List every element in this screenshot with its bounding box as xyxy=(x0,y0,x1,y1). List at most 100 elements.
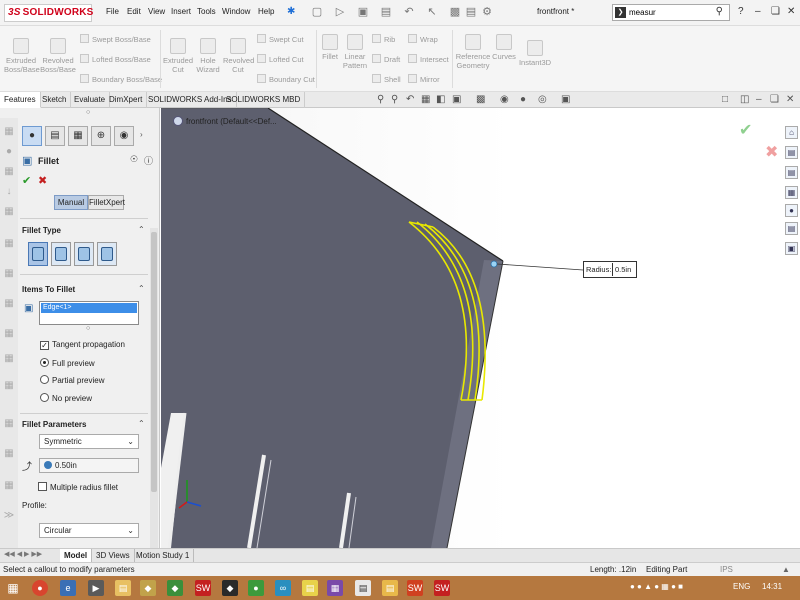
pane-collapse-icon[interactable]: □ xyxy=(722,94,728,105)
help-button[interactable]: ? xyxy=(738,6,744,17)
app-icon[interactable]: ◆ xyxy=(140,580,156,596)
custom-properties-icon[interactable]: ▤ xyxy=(785,222,798,235)
checkbox-checked-icon[interactable]: ✓ xyxy=(40,341,49,350)
tool-strip-icon[interactable]: ▦ xyxy=(3,126,15,138)
intersect-button[interactable]: Intersect xyxy=(408,54,449,65)
appearances-icon[interactable]: ● xyxy=(785,204,798,217)
configuration-manager-tab[interactable]: ▦ xyxy=(68,126,88,146)
graphics-area[interactable]: frontfront (Default<<Def... Radius: 0.5i… xyxy=(161,108,800,548)
undo-icon[interactable]: ↶ xyxy=(402,5,416,19)
panel-resize-handle[interactable]: ○ xyxy=(86,109,90,116)
app-icon[interactable]: ◆ xyxy=(167,580,183,596)
app-icon[interactable]: ● xyxy=(248,580,264,596)
windows-start-icon[interactable]: ▦ xyxy=(5,580,21,596)
language-indicator[interactable]: ENG xyxy=(733,582,750,591)
tool-strip-icon[interactable]: ▦ xyxy=(3,353,15,365)
radio-icon[interactable] xyxy=(40,375,49,384)
fillet-method-select[interactable]: Symmetric ⌄ xyxy=(39,434,139,449)
doc-close-icon[interactable]: ✕ xyxy=(786,94,794,105)
boundary-cut-button[interactable]: Boundary Cut xyxy=(257,74,315,85)
tool-strip-icon[interactable]: ▦ xyxy=(3,418,15,430)
solidworks-logo[interactable]: 3S SOLIDWORKS xyxy=(4,4,93,22)
feature-tree-flyout[interactable]: frontfront (Default<<Def... xyxy=(173,116,277,126)
chrome-icon[interactable]: ● xyxy=(32,580,48,596)
tool-strip-expand-icon[interactable]: ≫ xyxy=(3,510,15,522)
view-palette-icon[interactable]: ▦ xyxy=(785,186,798,199)
property-manager-tab[interactable]: ▤ xyxy=(45,126,65,146)
fillet-button[interactable]: Fillet xyxy=(318,34,342,61)
status-customize-icon[interactable]: ▲ xyxy=(782,563,790,576)
tool-strip-icon[interactable]: ▦ xyxy=(3,448,15,460)
cancel-x-icon[interactable]: ✖ xyxy=(38,174,47,187)
status-units[interactable]: IPS xyxy=(720,563,733,576)
tool-strip-icon[interactable]: ↓ xyxy=(3,186,15,198)
ok-check-icon[interactable]: ✔ xyxy=(22,174,31,187)
checkbox-icon[interactable] xyxy=(38,482,47,491)
menu-tools[interactable]: Tools xyxy=(197,7,216,16)
partial-preview-radio[interactable]: Partial preview xyxy=(40,375,104,385)
zoom-to-area-icon[interactable]: ⚲ xyxy=(391,94,398,105)
open-icon[interactable]: ▷ xyxy=(333,5,347,19)
tool-strip-icon[interactable]: ● xyxy=(3,146,15,158)
hide-show-items-icon[interactable]: ◉ xyxy=(500,94,509,105)
search-icon[interactable]: ⚲ xyxy=(716,6,723,17)
tool-strip-icon[interactable]: ▦ xyxy=(3,380,15,392)
save-icon[interactable]: ▣ xyxy=(356,5,370,19)
radius-callout-value[interactable]: 0.5in xyxy=(612,263,636,276)
home-view-icon[interactable]: ⌂ xyxy=(785,126,798,139)
tool-strip-icon[interactable]: ▦ xyxy=(3,328,15,340)
view-settings-icon[interactable]: ▣ xyxy=(561,94,570,105)
feature-manager-tab[interactable]: ● xyxy=(22,126,42,146)
forum-icon[interactable]: ▣ xyxy=(785,242,798,255)
rebuild-icon[interactable]: ▩ xyxy=(448,5,462,19)
tab-solidworks-mbd[interactable]: SOLIDWORKS MBD xyxy=(222,92,306,108)
multiple-radius-checkbox[interactable]: Multiple radius fillet xyxy=(38,482,118,492)
tab-model[interactable]: Model xyxy=(60,549,93,562)
tray-icons[interactable]: ● ● ▲ ● ▦ ● ■ xyxy=(630,582,683,591)
solidworks-taskbar-icon[interactable]: SW xyxy=(195,580,211,596)
help-icon[interactable]: ⓘ xyxy=(144,154,153,167)
radio-selected-icon[interactable] xyxy=(40,358,49,367)
document-icon[interactable]: ▤ xyxy=(355,580,371,596)
file-explorer-icon[interactable]: ▤ xyxy=(785,166,798,179)
doc-minimize-icon[interactable]: – xyxy=(756,94,762,105)
tool-strip-icon[interactable]: ▦ xyxy=(3,480,15,492)
collapse-chevron-icon[interactable]: ⌃ xyxy=(138,225,145,234)
lofted-boss-button[interactable]: Lofted Boss/Base xyxy=(80,54,151,65)
menu-view[interactable]: View xyxy=(148,7,165,16)
lofted-cut-button[interactable]: Lofted Cut xyxy=(257,54,304,65)
display-manager-tab[interactable]: ◉ xyxy=(114,126,134,146)
tab-motion-study[interactable]: Motion Study 1 xyxy=(132,549,195,562)
tool-strip-icon[interactable]: ▦ xyxy=(3,298,15,310)
design-library-icon[interactable]: ▤ xyxy=(785,146,798,159)
model-view[interactable] xyxy=(161,108,800,548)
tab-3d-views[interactable]: 3D Views xyxy=(92,549,135,562)
tool-strip-icon[interactable]: ▦ xyxy=(3,238,15,250)
tool-strip-icon[interactable]: ▦ xyxy=(3,166,15,178)
section-view-icon[interactable]: ▦ xyxy=(421,94,430,105)
extruded-cut-button[interactable]: Extruded Cut xyxy=(163,38,193,74)
panel-tabs-expand-icon[interactable]: › xyxy=(140,130,143,139)
radius-input[interactable]: 0.50in xyxy=(39,458,139,473)
tangent-propagation-checkbox[interactable]: ✓ Tangent propagation xyxy=(40,340,125,350)
confirm-ok-icon[interactable]: ✔ xyxy=(739,120,752,140)
boundary-boss-button[interactable]: Boundary Boss/Base xyxy=(80,74,162,85)
doc-restore-icon[interactable]: ❏ xyxy=(770,94,779,105)
search-input[interactable] xyxy=(629,6,709,19)
view-orientation-icon[interactable]: ▣ xyxy=(452,94,461,105)
constant-size-fillet-button[interactable] xyxy=(28,242,48,266)
notes-icon[interactable]: ▤ xyxy=(302,580,318,596)
shell-button[interactable]: Shell xyxy=(372,74,401,85)
rib-button[interactable]: Rib xyxy=(372,34,395,45)
tab-scroll-arrows[interactable]: ◀◀ ◀ ▶ ▶▶ xyxy=(4,550,42,558)
search-box[interactable]: ❯ ⚲ xyxy=(612,4,730,21)
extruded-boss-button[interactable]: Extruded Boss/Base xyxy=(4,38,40,74)
face-fillet-button[interactable] xyxy=(74,242,94,266)
menu-insert[interactable]: Insert xyxy=(171,7,191,16)
manual-mode-button[interactable]: Manual xyxy=(54,195,88,210)
dynamic-annotation-icon[interactable]: ◧ xyxy=(436,94,445,105)
variable-size-fillet-button[interactable] xyxy=(51,242,71,266)
collapse-chevron-icon[interactable]: ⌃ xyxy=(138,419,145,428)
tab-features[interactable]: Features xyxy=(0,92,41,108)
callout-anchor-point[interactable] xyxy=(490,260,498,268)
